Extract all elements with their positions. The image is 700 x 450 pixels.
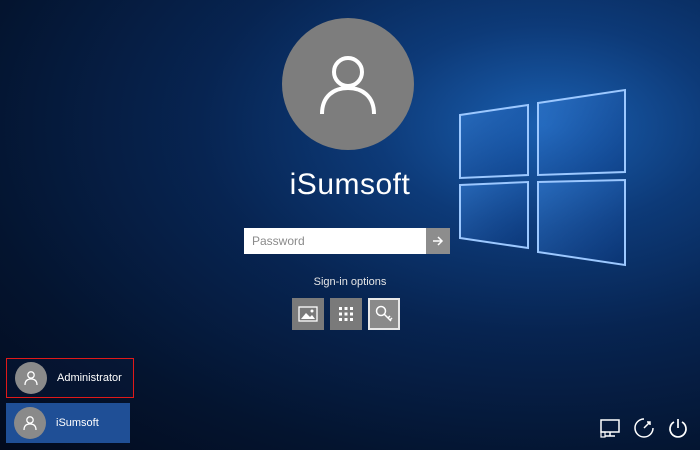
user-avatar: [282, 18, 414, 150]
arrow-right-icon: [433, 236, 444, 246]
account-name: Administrator: [57, 372, 122, 384]
password-input[interactable]: [244, 228, 426, 254]
account-avatar: [15, 362, 47, 394]
password-box: [244, 228, 450, 254]
user-name: iSumsoft: [289, 168, 411, 201]
sign-in-options-label: Sign-in options: [313, 276, 387, 288]
pin-option[interactable]: [330, 298, 362, 330]
power-icon: [669, 419, 687, 438]
network-button[interactable]: [598, 416, 622, 440]
system-icons: [598, 416, 690, 440]
ease-of-access-button[interactable]: [632, 416, 656, 440]
account-administrator[interactable]: Administrator: [6, 358, 134, 398]
ease-of-access-icon: [634, 418, 654, 438]
sign-in-options: [292, 298, 400, 330]
account-avatar: [14, 407, 46, 439]
user-icon: [320, 56, 376, 115]
picture-password-option[interactable]: [292, 298, 324, 330]
key-icon: [375, 305, 393, 322]
account-isumsoft[interactable]: iSumsoft: [6, 403, 130, 443]
pin-icon: [339, 307, 353, 321]
network-icon: [600, 419, 620, 438]
picture-password-icon: [298, 306, 318, 322]
power-button[interactable]: [666, 416, 690, 440]
submit-button[interactable]: [426, 228, 450, 254]
password-option[interactable]: [368, 298, 400, 330]
user-icon: [24, 371, 38, 386]
account-name: iSumsoft: [56, 417, 99, 429]
user-icon: [23, 416, 37, 431]
